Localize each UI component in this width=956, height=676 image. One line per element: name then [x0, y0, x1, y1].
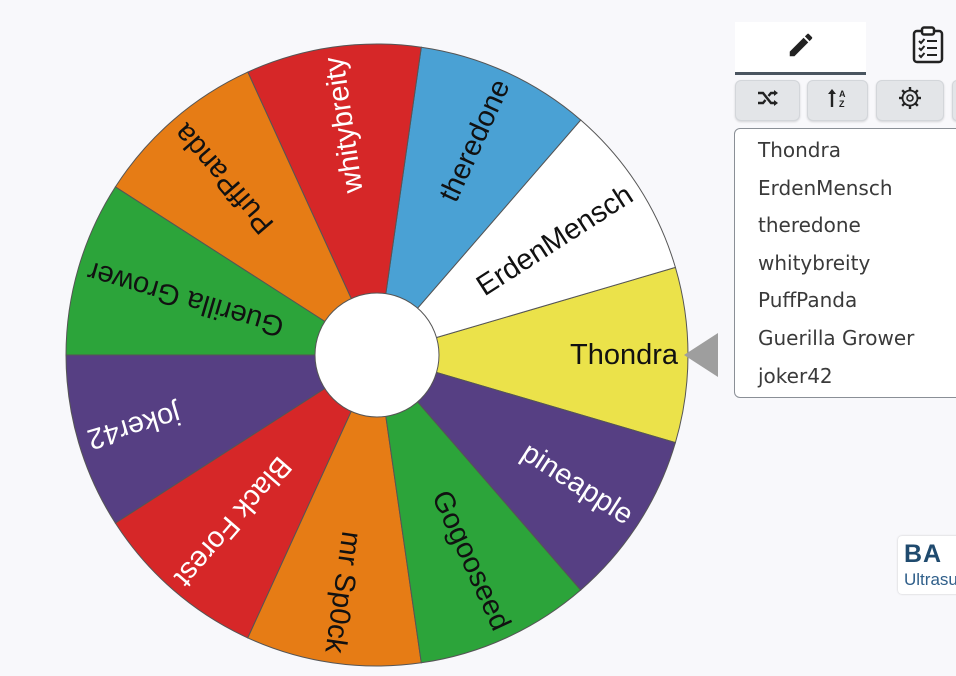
entry-line: ErdenMensch	[758, 175, 893, 200]
spin-wheel[interactable]: ThondraErdenMenschtheredonewhitybreityPu…	[0, 0, 700, 676]
gear-icon	[898, 86, 922, 115]
entry-line: theredone	[758, 213, 861, 238]
sort-button[interactable]: A Z	[807, 80, 868, 121]
advertisement[interactable]: BA Ultrasu	[898, 536, 956, 594]
entry-line: PuffPanda	[758, 288, 858, 313]
entries-textarea[interactable]: Thondra ErdenMensch theredone whitybreit…	[734, 128, 956, 398]
ad-subtitle: Ultrasu	[904, 570, 956, 589]
tab-edit-entries[interactable]	[735, 22, 866, 75]
more-tools-button[interactable]	[952, 80, 956, 121]
entry-line: whitybreity	[758, 250, 871, 275]
shuffle-button[interactable]	[735, 80, 800, 121]
entry-line: joker42	[758, 363, 833, 388]
entry-line: Thondra	[758, 138, 841, 162]
sort-az-icon: A Z	[827, 87, 849, 114]
settings-button[interactable]	[876, 80, 944, 121]
tab-results[interactable]	[900, 22, 956, 72]
wheel-center-hub[interactable]	[314, 292, 440, 418]
svg-text:Z: Z	[839, 99, 845, 109]
svg-text:A: A	[839, 89, 846, 99]
ad-brand-logo: BA	[904, 540, 943, 568]
wheel-segment-label: Thondra	[570, 339, 679, 371]
pencil-icon	[786, 30, 816, 65]
clipboard-checklist-icon	[912, 25, 944, 69]
entry-line: Guerilla Grower	[758, 325, 915, 350]
shuffle-icon	[757, 89, 779, 112]
tab-bar	[735, 22, 956, 75]
wheel-pointer	[684, 333, 718, 377]
